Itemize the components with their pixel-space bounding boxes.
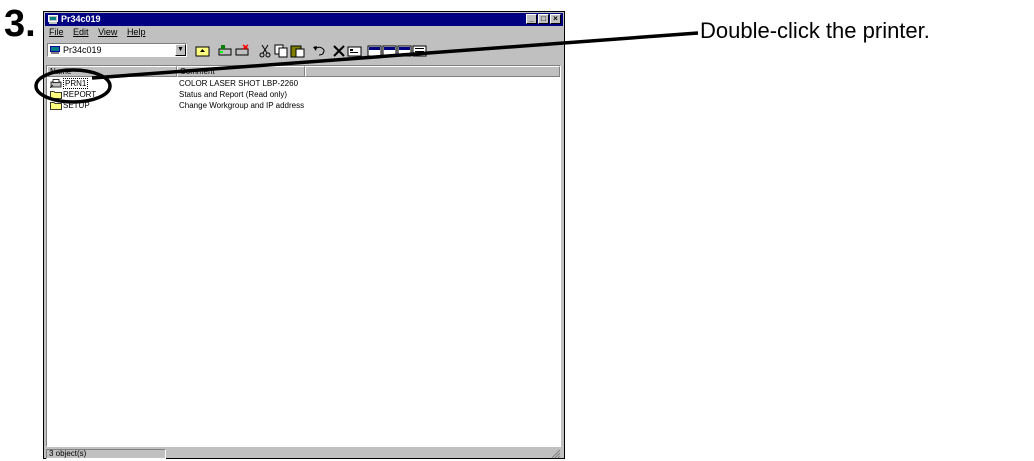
list-icon bbox=[397, 45, 412, 57]
small-icons-button[interactable] bbox=[382, 44, 397, 58]
item-name: SETUP bbox=[63, 101, 90, 110]
item-comment: Status and Report (Read only) bbox=[179, 90, 288, 99]
address-value: Pr34c019 bbox=[63, 45, 102, 55]
folder-icon bbox=[50, 91, 62, 99]
minimize-button[interactable]: _ bbox=[526, 14, 537, 24]
large-icons-icon bbox=[367, 45, 382, 57]
properties-button[interactable] bbox=[347, 44, 362, 58]
chevron-down-icon[interactable]: ▼ bbox=[175, 44, 186, 56]
menu-bar: File Edit View Help bbox=[45, 27, 148, 39]
title-bar[interactable]: Pr34c019 _ □ × bbox=[45, 13, 563, 26]
disconnect-drive-button[interactable] bbox=[235, 44, 250, 58]
delete-button[interactable] bbox=[332, 44, 347, 58]
address-combo[interactable]: Pr34c019 ▼ bbox=[47, 43, 187, 57]
cut-icon bbox=[259, 44, 271, 58]
computer-icon bbox=[48, 15, 58, 24]
details-button[interactable] bbox=[412, 44, 427, 58]
resize-grip-icon[interactable] bbox=[551, 449, 561, 459]
cut-button[interactable] bbox=[258, 44, 273, 58]
menu-help[interactable]: Help bbox=[127, 27, 146, 37]
column-header-empty bbox=[305, 66, 560, 77]
list-button[interactable] bbox=[397, 44, 412, 58]
status-bar: 3 object(s) bbox=[46, 449, 561, 459]
details-icon bbox=[412, 45, 427, 57]
copy-icon bbox=[274, 44, 288, 58]
column-header-comment[interactable]: Comment bbox=[177, 66, 305, 77]
undo-button[interactable] bbox=[312, 44, 327, 58]
large-icons-button[interactable] bbox=[367, 44, 382, 58]
menu-view[interactable]: View bbox=[98, 27, 117, 37]
explorer-window: Pr34c019 _ □ × File Edit View Help Pr34c01… bbox=[43, 11, 565, 459]
toolbar: Pr34c019 ▼ bbox=[45, 41, 563, 61]
printer-icon bbox=[50, 79, 62, 88]
menu-file[interactable]: File bbox=[49, 27, 64, 37]
undo-icon bbox=[313, 46, 325, 56]
map-drive-button[interactable] bbox=[218, 44, 233, 58]
list-item-report[interactable]: REPORT Status and Report (Read only) bbox=[47, 89, 560, 100]
file-list[interactable]: Name Comment PRN1 COLOR LASER SHOT LBP-2… bbox=[46, 65, 561, 447]
item-comment: COLOR LASER SHOT LBP-2260 bbox=[179, 79, 299, 88]
window-title: Pr34c019 bbox=[61, 14, 101, 24]
maximize-button[interactable]: □ bbox=[538, 14, 549, 24]
menu-edit[interactable]: Edit bbox=[73, 27, 89, 37]
step-number: 3. bbox=[4, 3, 36, 45]
list-item-prn1[interactable]: PRN1 COLOR LASER SHOT LBP-2260 bbox=[47, 78, 560, 89]
up-folder-icon bbox=[195, 46, 210, 57]
small-icons-icon bbox=[382, 45, 397, 57]
close-button[interactable]: × bbox=[550, 14, 561, 24]
folder-icon bbox=[50, 102, 62, 110]
column-header-name[interactable]: Name bbox=[47, 66, 177, 77]
delete-icon bbox=[333, 45, 345, 57]
item-name: REPORT bbox=[63, 90, 97, 99]
paste-icon bbox=[290, 45, 305, 58]
window-controls: _ □ × bbox=[525, 14, 561, 25]
disconnect-drive-icon bbox=[235, 44, 249, 56]
map-drive-icon bbox=[218, 45, 232, 56]
properties-icon bbox=[347, 46, 362, 57]
item-comment: Change Workgroup and IP address bbox=[179, 101, 305, 110]
computer-icon bbox=[50, 46, 60, 54]
up-folder-button[interactable] bbox=[195, 44, 210, 58]
paste-button[interactable] bbox=[290, 44, 305, 58]
status-text: 3 object(s) bbox=[46, 449, 166, 459]
copy-button[interactable] bbox=[274, 44, 289, 58]
item-name: PRN1 bbox=[63, 78, 89, 89]
list-item-setup[interactable]: SETUP Change Workgroup and IP address bbox=[47, 100, 560, 111]
instruction-text: Double-click the printer. bbox=[700, 18, 930, 43]
